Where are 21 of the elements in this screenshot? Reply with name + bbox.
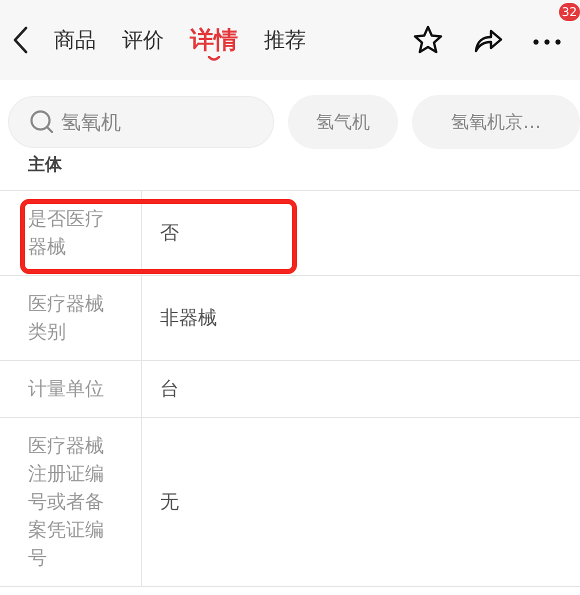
star-icon[interactable]	[412, 24, 444, 56]
tab[interactable]: 详情	[190, 26, 238, 64]
search-input[interactable]: 氢氧机	[61, 110, 241, 134]
tab[interactable]: 推荐	[264, 26, 306, 64]
table-cell-text: 台	[160, 377, 179, 402]
table-cell-text: 否	[160, 221, 179, 246]
table-cell-text: 无	[160, 490, 179, 515]
tab[interactable]: 评价	[122, 26, 164, 64]
table-cell-text: 医疗器械类别	[28, 292, 105, 345]
table-cell-text: 计量单位	[28, 377, 105, 402]
more-icon[interactable]	[532, 38, 562, 46]
search-icon	[29, 109, 55, 135]
active-tab-indicator-icon	[207, 56, 221, 62]
section-title: 主体	[0, 148, 580, 191]
tab[interactable]: 商品	[54, 26, 96, 64]
search-bar[interactable]: 氢氧机	[8, 96, 274, 148]
table-cell-text: 是否医疗器械	[28, 207, 105, 260]
back-icon[interactable]	[12, 26, 28, 54]
notification-badge: 32	[558, 2, 580, 20]
table-cell-text: 医疗器械注册证编号或者备案凭证编号	[28, 434, 105, 571]
table-cell-text: 非器械	[160, 306, 217, 331]
